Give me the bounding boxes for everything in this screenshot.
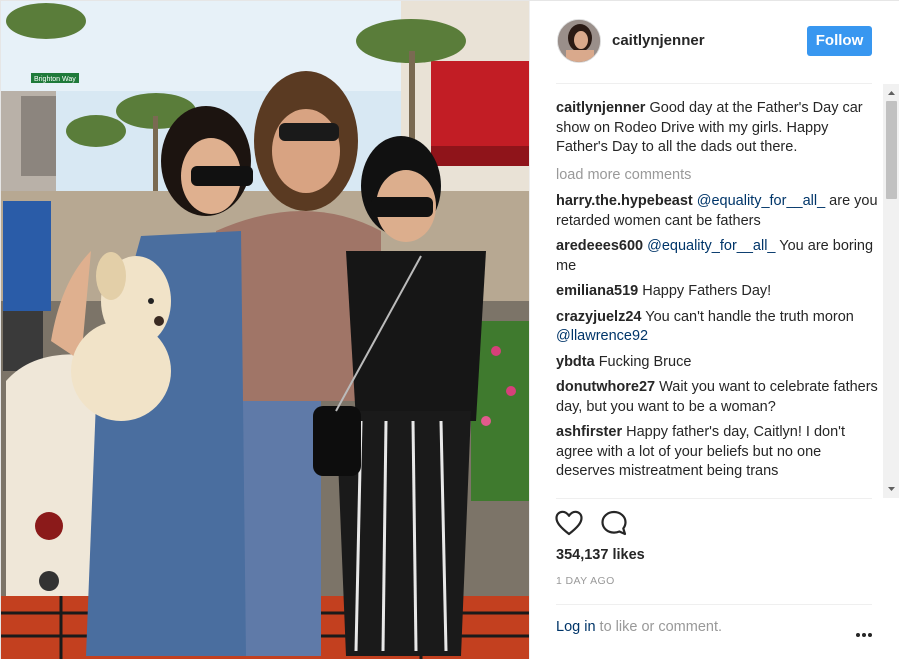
- comments-list: caitlynjenner Good day at the Father's D…: [556, 99, 878, 496]
- post-sidebar: caitlynjenner Follow caitlynjenner Good …: [529, 1, 899, 659]
- likes-count[interactable]: 354,137 likes: [556, 547, 645, 563]
- follow-button[interactable]: Follow: [807, 26, 872, 56]
- comment-username[interactable]: donutwhore27: [556, 379, 655, 395]
- post-timestamp[interactable]: 1 DAY AGO: [556, 575, 615, 587]
- comment-item: harry.the.hypebeast @equality_for__all_ …: [556, 192, 878, 231]
- comment-item: crazyjuelz24 You can't handle the truth …: [556, 308, 878, 347]
- comment-mention[interactable]: @llawrence92: [556, 328, 648, 344]
- post-photo[interactable]: Brighton Way: [1, 1, 529, 659]
- comment-text: You can't handle the truth moron: [645, 308, 854, 325]
- comment-username[interactable]: harry.the.hypebeast: [556, 193, 693, 209]
- comment-username[interactable]: ashfirster: [556, 424, 622, 440]
- scroll-down-arrow-icon[interactable]: [883, 482, 899, 496]
- comment-item: aredeees600 @equality_for__all_ You are …: [556, 237, 878, 276]
- caption: caitlynjenner Good day at the Father's D…: [556, 99, 878, 158]
- instagram-post-embed: Brighton Way caitlynjenner Follow caitly…: [0, 0, 899, 659]
- comment-username[interactable]: aredeees600: [556, 238, 643, 254]
- comment-mention[interactable]: @equality_for__all_: [697, 193, 825, 209]
- comment-username[interactable]: ybdta: [556, 354, 595, 370]
- comment-text: Fucking Bruce: [598, 353, 692, 370]
- profile-username[interactable]: caitlynjenner: [612, 32, 705, 49]
- caption-username[interactable]: caitlynjenner: [556, 100, 645, 116]
- comment-icon[interactable]: [600, 509, 630, 537]
- comment-username[interactable]: crazyjuelz24: [556, 309, 641, 325]
- comment-item: ashfirster Happy father's day, Caitlyn! …: [556, 423, 878, 482]
- login-link[interactable]: Log in: [556, 619, 596, 635]
- comment-item: donutwhore27 Wait you want to celebrate …: [556, 378, 878, 417]
- comment-item: emiliana519 Happy Fathers Day!: [556, 282, 878, 302]
- profile-avatar[interactable]: [557, 19, 601, 63]
- divider: [556, 604, 872, 605]
- load-more-comments-link[interactable]: load more comments: [556, 166, 878, 186]
- comment-text: Happy Fathers Day!: [642, 283, 772, 299]
- comments-scrollbar[interactable]: [883, 84, 899, 498]
- login-prompt-text: to like or comment.: [595, 619, 723, 635]
- login-prompt: Log in to like or comment.: [556, 619, 722, 635]
- more-options-icon[interactable]: [855, 625, 873, 637]
- comment-username[interactable]: emiliana519: [556, 283, 638, 299]
- scrollbar-thumb[interactable]: [886, 101, 897, 199]
- street-sign-text: Brighton Way: [34, 76, 76, 83]
- heart-icon[interactable]: [554, 509, 584, 537]
- divider: [556, 83, 872, 84]
- divider: [556, 498, 872, 499]
- scroll-up-arrow-icon[interactable]: [883, 86, 899, 100]
- comment-mention[interactable]: @equality_for__all_: [647, 238, 775, 254]
- comment-item: ybdta Fucking Bruce: [556, 353, 878, 373]
- post-header: caitlynjenner Follow: [530, 1, 899, 83]
